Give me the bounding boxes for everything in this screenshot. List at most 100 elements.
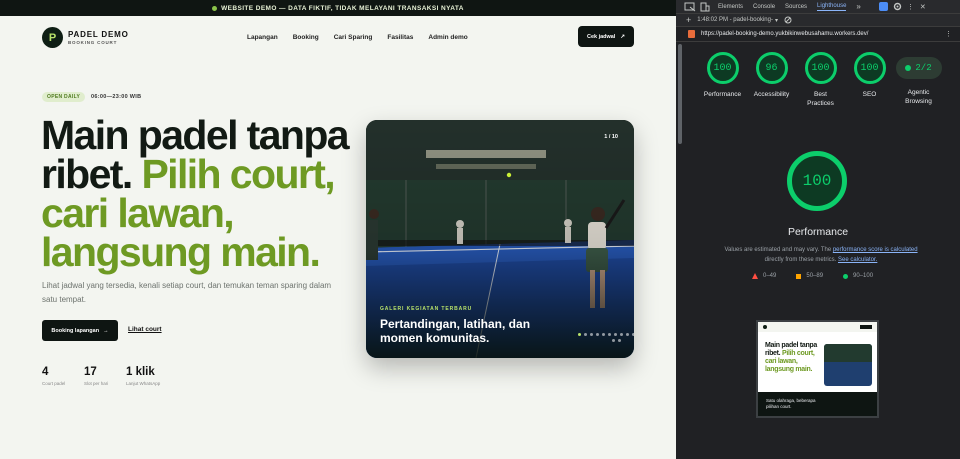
lighthouse-toolbar: + 1:48:02 PM - padel-booking- ▾ — [676, 14, 960, 27]
devtools-panel: Elements Console Sources Lighthouse » ⋮ … — [676, 0, 960, 459]
gauge-seo[interactable]: 100 SEO — [845, 52, 894, 108]
carousel-dot[interactable] — [612, 339, 615, 342]
gauge-label: Performance — [703, 91, 742, 98]
devtools-scrollbar[interactable] — [678, 44, 682, 144]
hero-title: Main padel tanpa ribet. Pilih court, car… — [41, 115, 361, 273]
main-nav: Lapangan Booking Cari Sparing Fasilitas … — [247, 34, 483, 41]
more-tabs-icon[interactable]: » — [856, 2, 860, 11]
chevron-down-icon[interactable]: ▾ — [775, 17, 778, 24]
brand-name[interactable]: PADEL DEMO — [68, 30, 129, 39]
carousel-dot[interactable] — [584, 333, 587, 336]
legend-pass: 90–100 — [843, 273, 873, 279]
gauge-label: SEO — [862, 91, 877, 98]
carousel-dot[interactable] — [618, 339, 621, 342]
stat-label: Lanjut WhatsApp — [126, 381, 161, 386]
inspect-icon[interactable] — [684, 2, 696, 12]
new-report-plus-icon[interactable]: + — [686, 15, 691, 25]
cek-jadwal-label: Cek jadwal — [586, 33, 616, 40]
booking-lapangan-button[interactable]: Booking lapangan → — [42, 320, 118, 341]
tab-sources[interactable]: Sources — [785, 4, 807, 10]
score-calculated-link[interactable]: performance score is calculated — [833, 247, 918, 253]
gallery-title: Pertandingan, latihan, dan momen komunit… — [380, 317, 531, 345]
website-viewport: WEBSITE DEMO — DATA FIKTIF, TIDAK MELAYA… — [0, 0, 676, 459]
agentic-score-pill: 2/2 — [895, 57, 942, 79]
booking-lapangan-label: Booking lapangan — [51, 327, 100, 334]
gauge-performance[interactable]: 100 Performance — [698, 52, 747, 108]
legend-range: 0–49 — [763, 273, 777, 279]
device-toolbar-icon[interactable] — [700, 2, 710, 12]
thumb-header — [758, 322, 877, 332]
pass-dot-icon — [905, 65, 912, 71]
nav-item-cari-sparing[interactable]: Cari Sparing — [334, 34, 373, 41]
thumb-gallery — [824, 344, 872, 386]
carousel-dot[interactable] — [596, 333, 599, 336]
performance-note: Values are estimated and may vary. The p… — [706, 245, 936, 265]
page-screenshot-thumbnail[interactable]: Main padel tanpa ribet. Pilih court, car… — [756, 320, 879, 418]
stat-slots: 17 Slot per hari — [84, 366, 108, 386]
performance-section-title: Performance — [787, 226, 849, 238]
carousel-dot[interactable] — [614, 333, 617, 336]
tab-lighthouse[interactable]: Lighthouse — [817, 3, 847, 11]
see-calculator-link[interactable]: See calculator. — [838, 257, 877, 263]
gallery-kicker: GALERI KEGIATAN TERBARU — [380, 306, 473, 312]
gauge-accessibility[interactable]: 96 Accessibility — [747, 52, 796, 108]
close-icon[interactable]: ✕ — [920, 3, 926, 11]
open-daily-badge: OPEN DAILY — [42, 92, 86, 102]
carousel-dot[interactable] — [620, 333, 623, 336]
gauge-label: Agentic Browsing — [905, 89, 932, 105]
performance-big-gauge: 100 — [787, 151, 847, 211]
carousel-pagination — [578, 333, 634, 336]
report-url[interactable]: https://padel-booking-demo.yukbikinwebus… — [701, 31, 868, 37]
demo-banner: WEBSITE DEMO — DATA FIKTIF, TIDAK MELAYA… — [0, 0, 676, 16]
carousel-dot[interactable] — [608, 333, 611, 336]
carousel-dot[interactable] — [626, 333, 629, 336]
lighthouse-logo-icon — [688, 30, 695, 38]
report-menu-icon[interactable]: ⋮ — [945, 30, 952, 38]
carousel-dot[interactable] — [602, 333, 605, 336]
stat-courts: 4 Court padel — [42, 366, 65, 386]
score-legend: 0–49 50–89 90–100 — [752, 273, 873, 279]
legend-fail: 0–49 — [752, 273, 776, 279]
kebab-menu-icon[interactable]: ⋮ — [907, 3, 914, 11]
banner-text: WEBSITE DEMO — DATA FIKTIF, TIDAK MELAYA… — [221, 4, 464, 12]
nav-item-admin-demo[interactable]: Admin demo — [428, 34, 467, 41]
nav-item-lapangan[interactable]: Lapangan — [247, 34, 278, 41]
gauge-agentic-browsing[interactable]: 2/2 Agentic Browsing — [894, 52, 943, 108]
hero-lead: Lihat jadwal yang tersedia, kenali setia… — [42, 281, 332, 304]
legend-average: 50–89 — [796, 273, 823, 279]
gallery-carousel[interactable]: 1 / 10 GALERI KEGIATAN TERBARU Pertandin… — [366, 120, 634, 358]
score-gauges: 100 Performance 96 Accessibility 100 Bes… — [698, 52, 943, 108]
clear-block-icon[interactable] — [784, 16, 792, 24]
gauge-score: 100 — [804, 52, 837, 84]
logo-mark[interactable]: P — [42, 27, 63, 48]
brand-subtitle: BOOKING COURT — [68, 40, 118, 45]
stat-value: 4 — [42, 366, 49, 378]
thumb-cta — [860, 325, 872, 329]
gauge-score: 100 — [706, 52, 739, 84]
carousel-dot[interactable] — [590, 333, 593, 336]
carousel-dot[interactable] — [632, 333, 634, 336]
cek-jadwal-button[interactable]: Cek jadwal ↗ — [578, 26, 634, 47]
devtools-tabbar: Elements Console Sources Lighthouse » ⋮ … — [676, 0, 960, 14]
settings-gear-icon[interactable] — [893, 2, 902, 11]
carousel-dot[interactable] — [578, 333, 581, 336]
report-selector[interactable]: 1:48:02 PM - padel-booking- — [697, 17, 773, 23]
ai-assistant-icon[interactable] — [878, 2, 888, 11]
legend-range: 50–89 — [806, 273, 824, 279]
report-url-bar: https://padel-booking-demo.yukbikinwebus… — [676, 27, 960, 42]
nav-item-fasilitas[interactable]: Fasilitas — [387, 34, 413, 41]
thumb-dark-section: Satu olahraga, beberapa pilihan court. — [758, 392, 877, 416]
thumb-title: Main padel tanpa ribet. Pilih court, car… — [765, 342, 823, 374]
thumb-logo — [763, 325, 767, 329]
gauge-best-practices[interactable]: 100 Best Practices — [796, 52, 845, 108]
arrow-right-icon: → — [103, 327, 109, 334]
stat-value: 1 klik — [126, 366, 155, 378]
legend-range: 90–100 — [853, 273, 874, 279]
average-square-icon — [796, 273, 802, 279]
tab-console[interactable]: Console — [753, 4, 775, 10]
tab-elements[interactable]: Elements — [718, 4, 743, 10]
nav-item-booking[interactable]: Booking — [293, 34, 319, 41]
lihat-court-link[interactable]: Lihat court — [128, 326, 162, 333]
stat-value: 17 — [84, 366, 97, 378]
opening-hours: 06:00—23:00 WIB — [91, 94, 142, 100]
